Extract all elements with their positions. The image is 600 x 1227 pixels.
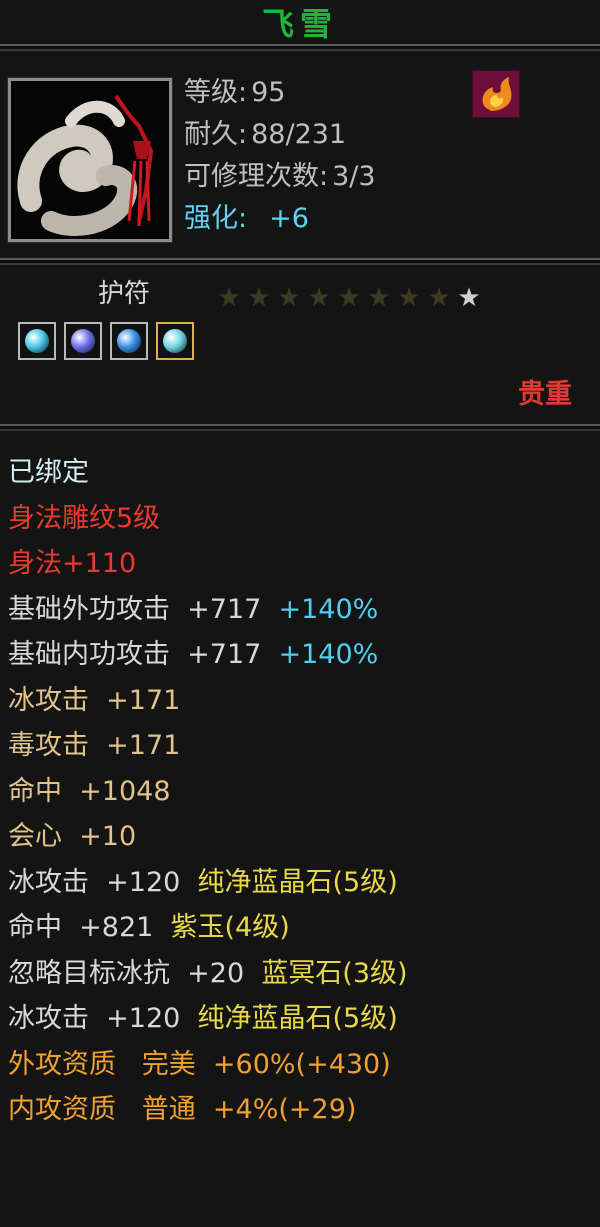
star-icon: ★ xyxy=(397,283,421,313)
attribute-text: 已绑定 xyxy=(8,457,89,488)
enhance-sep: : xyxy=(238,203,248,234)
gem-socket[interactable] xyxy=(156,322,194,360)
star-icon: ★ xyxy=(457,283,481,313)
attribute-text: 内攻资质 普通 +4%(+29) xyxy=(8,1094,357,1125)
enhance-stat: 强化: +6 xyxy=(184,202,309,236)
attribute-text: 命中 +1048 xyxy=(8,775,171,807)
item-tooltip: 飞雪 等级: 95 耐久: 88/231 可修理次数: 3/3 强化: +6 护符 ★ ★… xyxy=(0,0,600,1227)
attribute-line: 冰攻击 +120 纯净蓝晶石(5级) xyxy=(8,1001,408,1047)
gem-socket[interactable] xyxy=(110,322,148,360)
attribute-line: 身法+110 xyxy=(8,546,408,592)
attribute-text: 会心 +10 xyxy=(8,821,137,852)
cyan-gem-icon xyxy=(163,329,187,353)
repair-count-stat: 可修理次数: 3/3 xyxy=(184,160,376,194)
item-icon-frame xyxy=(7,77,173,243)
attribute-line: 已绑定 xyxy=(8,455,408,501)
divider xyxy=(0,424,600,431)
level-value: 95 xyxy=(251,77,286,108)
attribute-line: 冰攻击 +120 纯净蓝晶石(5级) xyxy=(8,865,408,911)
attribute-line: 命中 +821 紫玉(4级) xyxy=(8,910,408,956)
gem-socket[interactable] xyxy=(18,322,56,360)
attribute-line: 会心 +10 xyxy=(8,819,408,865)
divider xyxy=(0,44,600,51)
attribute-line: 冰攻击 +171 xyxy=(8,683,408,729)
divider xyxy=(0,258,600,265)
enhance-stars: ★ ★ ★ ★ ★ ★ ★ ★ ★ xyxy=(214,284,484,312)
attribute-text: 冰攻击 +171 xyxy=(8,684,181,716)
fire-element-icon xyxy=(472,70,520,118)
durability-stat: 耐久: 88/231 xyxy=(184,118,346,152)
attribute-line: 基础外功攻击 +717 +140% xyxy=(8,592,408,638)
star-icon: ★ xyxy=(337,283,361,313)
cyan-gem-icon xyxy=(25,329,49,353)
level-sep: : xyxy=(238,77,248,108)
attribute-text: 冰攻击 +120 xyxy=(8,866,198,898)
item-type: 护符 xyxy=(98,279,151,309)
attribute-text: 蓝冥石(3级) xyxy=(261,957,408,989)
attribute-text: 命中 +821 xyxy=(8,912,171,943)
repair-count-sep: : xyxy=(319,161,329,192)
attribute-text: 基础内功攻击 +717 xyxy=(8,639,279,670)
attribute-text: 身法+110 xyxy=(8,548,137,579)
level-label: 等级 xyxy=(184,77,238,108)
attribute-list: 已绑定 身法雕纹5级 身法+110 基础外功攻击 +717 +140% 基础内功攻击 +… xyxy=(8,455,408,1138)
star-icon: ★ xyxy=(427,283,451,313)
durability-value: 88/231 xyxy=(251,119,347,150)
repair-count-label: 可修理次数 xyxy=(184,161,319,192)
rarity-label: 贵重 xyxy=(518,379,572,410)
item-name: 飞雪 xyxy=(261,5,338,43)
attribute-line: 内攻资质 普通 +4%(+29) xyxy=(8,1092,408,1138)
jade-cloud-pendant-icon xyxy=(11,81,169,239)
gem-socket[interactable] xyxy=(64,322,102,360)
violet-gem-icon xyxy=(71,329,95,353)
attribute-text: 外攻资质 完美 +60%(+430) xyxy=(8,1048,391,1080)
durability-sep: : xyxy=(238,119,248,150)
enhance-value: +6 xyxy=(269,203,309,234)
star-icon: ★ xyxy=(217,283,241,313)
attribute-text: 纯净蓝晶石(5级) xyxy=(197,866,398,898)
attribute-text: 身法雕纹5级 xyxy=(8,502,161,534)
attribute-text: 基础外功攻击 +717 xyxy=(8,593,279,625)
level-stat: 等级: 95 xyxy=(184,76,285,110)
attribute-text: +140% xyxy=(278,639,379,670)
repair-count-value: 3/3 xyxy=(332,161,376,192)
attribute-line: 忽略目标冰抗 +20 蓝冥石(3级) xyxy=(8,956,408,1002)
attribute-line: 基础内功攻击 +717 +140% xyxy=(8,637,408,683)
blue-gem-icon xyxy=(117,329,141,353)
attribute-text: 紫玉(4级) xyxy=(170,912,290,943)
star-icon: ★ xyxy=(307,283,331,313)
enhance-label: 强化 xyxy=(184,203,238,234)
attribute-text: 忽略目标冰抗 +20 xyxy=(8,957,262,989)
star-icon: ★ xyxy=(367,283,391,313)
attribute-line: 外攻资质 完美 +60%(+430) xyxy=(8,1047,408,1093)
attribute-line: 命中 +1048 xyxy=(8,774,408,820)
star-icon: ★ xyxy=(277,283,301,313)
attribute-line: 毒攻击 +171 xyxy=(8,728,408,774)
attribute-line: 身法雕纹5级 xyxy=(8,501,408,547)
gem-sockets xyxy=(18,322,194,360)
star-icon: ★ xyxy=(247,283,271,313)
attribute-text: 纯净蓝晶石(5级) xyxy=(197,1003,398,1034)
attribute-text: 冰攻击 +120 xyxy=(8,1003,198,1034)
attribute-text: 毒攻击 +171 xyxy=(8,730,181,761)
durability-label: 耐久 xyxy=(184,119,238,150)
attribute-text: +140% xyxy=(278,593,379,625)
